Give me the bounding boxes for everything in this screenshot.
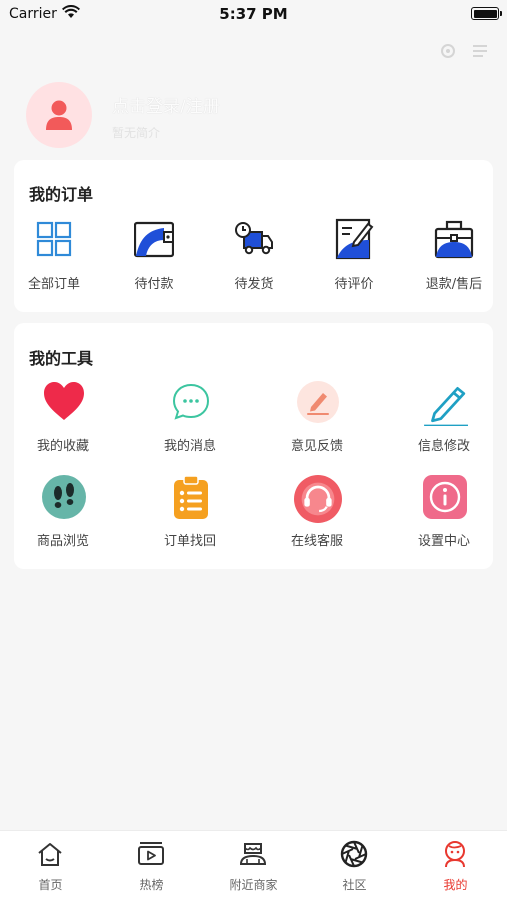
home-icon <box>38 843 62 866</box>
wallet-icon <box>134 221 174 258</box>
tools-card: 我的工具 我的收藏 我的消息 意见反馈 信息修改 商品浏览 订单找回 在线客服 … <box>14 323 493 569</box>
tool-order-recovery[interactable]: 订单找回 <box>145 475 235 557</box>
tab-hot-list[interactable]: 热榜 <box>101 831 202 900</box>
orders-card: 我的订单 全部订单 待付款 待发货 待评价 退款/售后 <box>14 160 493 312</box>
clipboard-list-icon <box>174 475 208 519</box>
tool-messages[interactable]: 我的消息 <box>145 380 235 462</box>
info-icon <box>423 475 467 519</box>
tool-order-recovery-label: 订单找回 <box>163 534 216 549</box>
tab-home-label: 首页 <box>38 878 63 892</box>
order-all[interactable]: 全部订单 <box>14 218 94 298</box>
username[interactable]: 点击登录/注册 <box>112 92 220 117</box>
tools-title: 我的工具 <box>29 349 94 368</box>
order-pending-review-label: 待评价 <box>334 277 374 292</box>
tool-favorites[interactable]: 我的收藏 <box>18 380 108 462</box>
settings-icon[interactable] <box>439 42 457 60</box>
order-pending-review[interactable]: 待评价 <box>314 218 394 298</box>
tab-hot-list-label: 热榜 <box>139 878 164 892</box>
tool-settings-center[interactable]: 设置中心 <box>399 475 489 557</box>
delivery-truck-icon <box>235 222 273 255</box>
chat-bubble-icon <box>172 383 210 420</box>
order-all-label: 全部订单 <box>27 277 80 292</box>
tool-edit-info[interactable]: 信息修改 <box>399 380 489 462</box>
edit-pencil-icon <box>424 387 468 426</box>
review-pen-icon <box>335 218 374 260</box>
tool-settings-center-label: 设置中心 <box>417 534 470 549</box>
tab-bar: 首页 热榜 附近商家 社区 我的 <box>0 830 507 900</box>
feedback-pen-icon <box>297 381 339 423</box>
grid-icon <box>36 221 72 257</box>
tool-favorites-label: 我的收藏 <box>36 439 89 454</box>
video-play-icon <box>138 842 164 865</box>
order-pending-shipment[interactable]: 待发货 <box>214 218 294 298</box>
order-pending-shipment-label: 待发货 <box>234 277 274 292</box>
tab-community[interactable]: 社区 <box>304 831 405 900</box>
tool-browse-history[interactable]: 商品浏览 <box>18 475 108 557</box>
tab-nearby-shops-label: 附近商家 <box>229 878 278 892</box>
order-pending-payment[interactable]: 待付款 <box>114 218 194 298</box>
tool-browse-history-label: 商品浏览 <box>36 534 89 549</box>
tool-messages-label: 我的消息 <box>163 439 216 454</box>
avatar[interactable] <box>26 82 92 148</box>
footprints-icon <box>42 475 86 519</box>
tab-mine-label: 我的 <box>443 878 468 892</box>
profile-header[interactable]: 点击登录/注册 暂无简介 <box>26 82 486 152</box>
tool-customer-service-label: 在线客服 <box>290 534 343 549</box>
user-avatar-icon <box>46 100 72 130</box>
tab-nearby-shops[interactable]: 附近商家 <box>203 831 304 900</box>
battery-icon <box>471 7 502 20</box>
tab-home[interactable]: 首页 <box>0 831 101 900</box>
profile-icon <box>445 841 465 868</box>
briefcase-icon <box>434 220 474 259</box>
status-bar: Carrier 5:37 PM <box>0 0 507 30</box>
tool-edit-info-label: 信息修改 <box>417 439 470 454</box>
order-refund[interactable]: 退款/售后 <box>414 218 494 298</box>
aperture-icon <box>340 840 368 868</box>
status-time: 5:37 PM <box>219 5 288 23</box>
tool-customer-service[interactable]: 在线客服 <box>272 475 362 557</box>
tool-feedback[interactable]: 意见反馈 <box>272 380 362 462</box>
tab-mine[interactable]: 我的 <box>405 831 506 900</box>
orders-title: 我的订单 <box>29 185 94 204</box>
headset-icon <box>294 475 342 523</box>
message-icon[interactable] <box>471 42 489 60</box>
header-actions <box>439 42 489 60</box>
tab-community-label: 社区 <box>342 878 367 892</box>
tool-feedback-label: 意见反馈 <box>290 439 343 454</box>
order-refund-label: 退款/售后 <box>425 277 483 292</box>
user-subtitle: 暂无简介 <box>112 126 161 140</box>
shop-icon <box>239 843 267 865</box>
order-pending-payment-label: 待付款 <box>134 277 174 292</box>
heart-icon <box>44 382 84 420</box>
